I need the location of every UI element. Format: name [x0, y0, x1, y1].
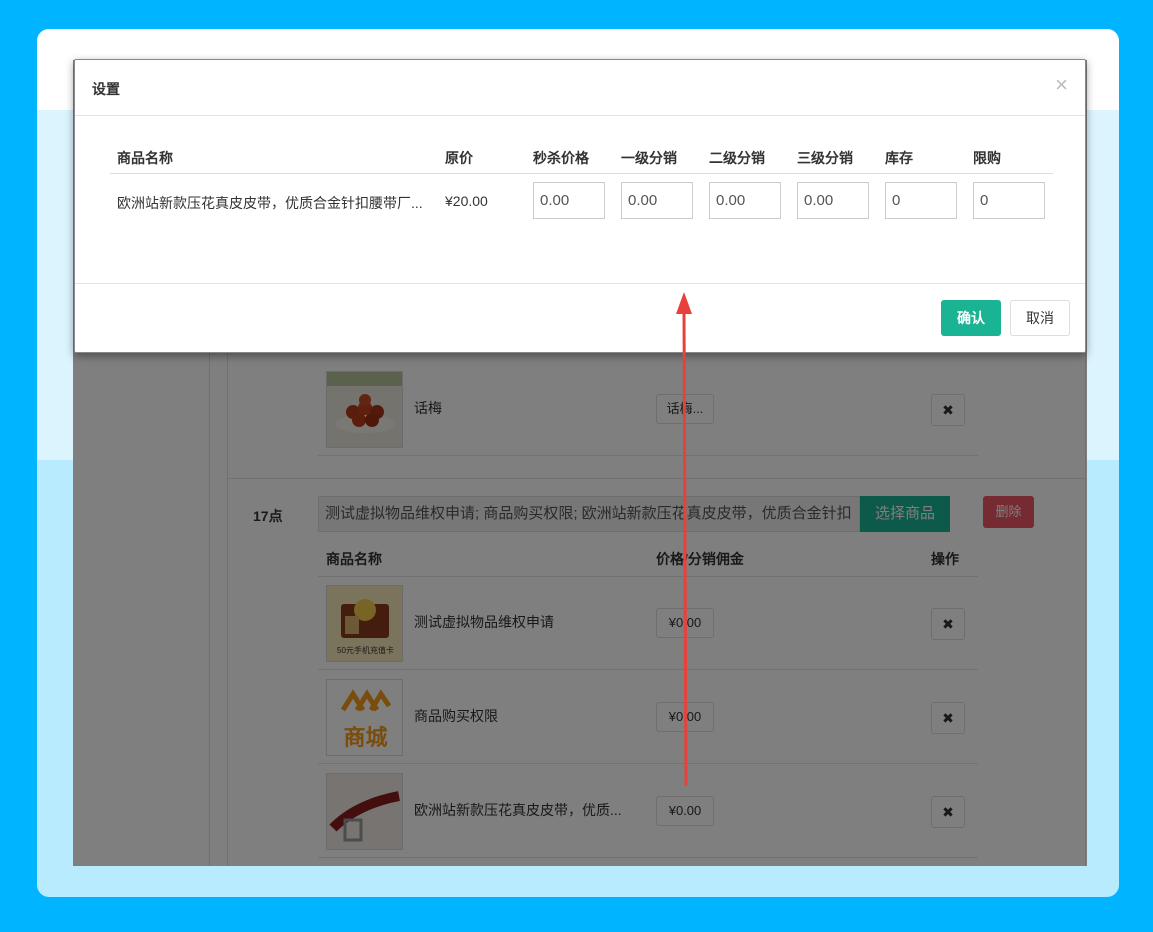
settings-modal: 设置 × 商品名称 原价 秒杀价格 一级分销 二级分销 三级分销 库存 限购 欧…	[74, 59, 1086, 353]
cancel-button[interactable]: 取消	[1010, 300, 1070, 336]
table-header-divider	[110, 173, 1053, 174]
column-header-limit: 限购	[973, 150, 1001, 166]
column-header-seckill: 秒杀价格	[533, 150, 589, 166]
original-price: ¥20.00	[445, 193, 488, 209]
stock-input[interactable]	[885, 182, 957, 219]
modal-footer	[75, 283, 1085, 352]
level2-commission-input[interactable]	[709, 182, 781, 219]
column-header-level3: 三级分销	[797, 150, 853, 166]
column-header-level1: 一级分销	[621, 150, 677, 166]
product-name: 欧洲站新款压花真皮皮带，优质合金针扣腰带厂...	[117, 195, 423, 211]
column-header-name: 商品名称	[117, 150, 173, 166]
modal-header: 设置 ×	[75, 60, 1085, 116]
purchase-limit-input[interactable]	[973, 182, 1045, 219]
level3-commission-input[interactable]	[797, 182, 869, 219]
column-header-price: 原价	[445, 150, 473, 166]
seckill-price-input[interactable]	[533, 182, 605, 219]
close-icon[interactable]: ×	[1055, 74, 1068, 96]
column-header-stock: 库存	[885, 150, 913, 166]
confirm-button[interactable]: 确认	[941, 300, 1001, 336]
modal-title: 设置	[92, 81, 120, 97]
column-header-level2: 二级分销	[709, 150, 765, 166]
level1-commission-input[interactable]	[621, 182, 693, 219]
